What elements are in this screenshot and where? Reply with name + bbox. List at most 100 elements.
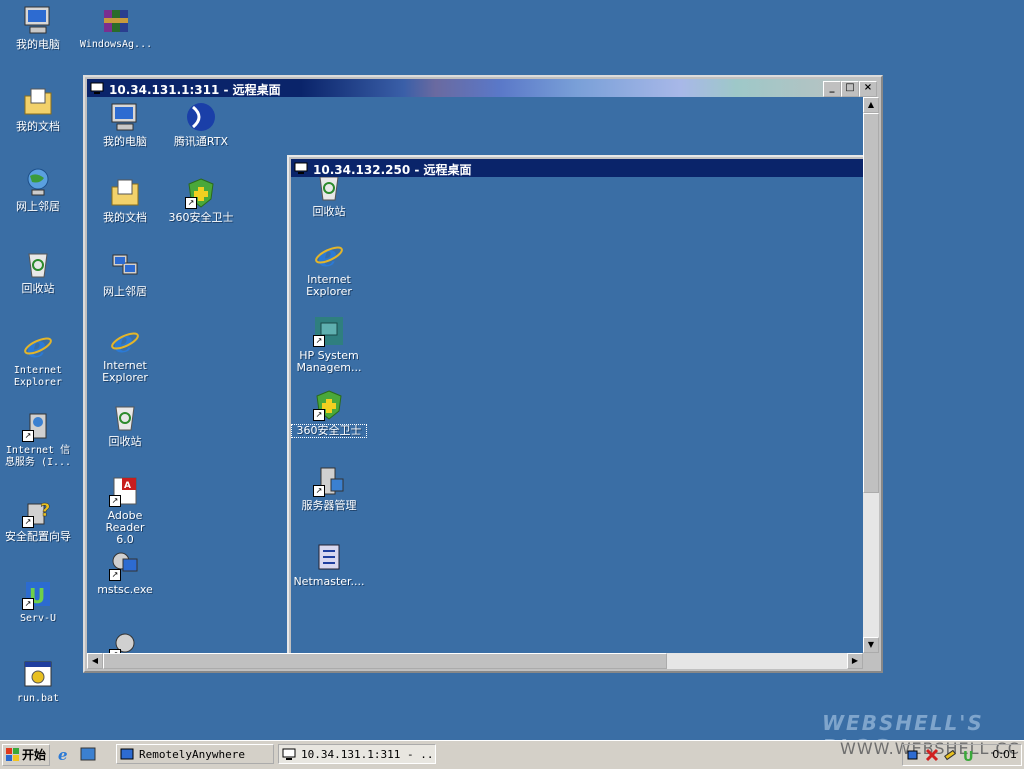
batch-file-icon	[22, 658, 54, 690]
svg-text:?: ?	[40, 500, 50, 521]
desktop-icon-recycle-bin[interactable]: 回收站	[0, 248, 76, 295]
remote-icon-label: Adobe Reader 6.0	[105, 509, 145, 546]
internet-explorer-icon: e	[22, 330, 54, 365]
start-button[interactable]: 开始	[2, 744, 50, 766]
desktop-icon-winrar[interactable]: WindowsAg...	[78, 4, 154, 51]
remote-icon-rtx[interactable]: 腾讯通RTX	[163, 101, 239, 148]
inner-icon-label: 服务器管理	[301, 499, 357, 512]
desktop-icon-iis[interactable]: ↗ Internet 信 息服务 (I...	[0, 410, 76, 469]
inner-icon-hp-system-management[interactable]: ↗ HP System Managem...	[291, 315, 367, 374]
server-manager-icon: ↗	[313, 465, 345, 497]
desktop-icon-label: 我的文档	[16, 120, 60, 133]
adobe-reader-icon: A ↗	[109, 475, 141, 507]
remote-icon-my-computer[interactable]: 我的电脑	[87, 101, 163, 148]
inner-window-title: 10.34.132.250 - 远程桌面	[313, 163, 472, 177]
remote-icon-adobe-reader[interactable]: A ↗ Adobe Reader 6.0	[87, 475, 163, 546]
close-button[interactable]: ×	[859, 81, 877, 97]
remote-icon-internet-explorer[interactable]: e Internet Explorer	[87, 325, 163, 384]
hp-system-management-icon: ↗	[313, 315, 345, 347]
internet-explorer-icon: e	[313, 239, 345, 274]
my-computer-icon	[22, 4, 54, 36]
remote-desktop-icon	[294, 161, 308, 175]
desktop-icon-serv-u[interactable]: U ↗ Serv-U	[0, 578, 76, 625]
desktop-icon-label: 我的电脑	[16, 38, 60, 51]
network-tray-icon[interactable]	[907, 748, 921, 762]
desktop-icon-label: 安全配置向导	[5, 530, 71, 543]
shortcut-arrow-icon: ↗	[185, 197, 197, 209]
quick-launch-ie-icon[interactable]: e	[56, 746, 72, 764]
task-label: 10.34.131.1:311 - ...	[301, 748, 436, 761]
task-remotely-anywhere[interactable]: RemotelyAnywhere	[116, 744, 274, 764]
serv-u-tray-icon[interactable]: U	[961, 748, 975, 765]
my-documents-icon	[109, 177, 141, 209]
inner-window-titlebar[interactable]: 10.34.132.250 - 远程桌面	[291, 159, 863, 177]
desktop-icon-label: Internet Explorer	[13, 365, 63, 388]
minimize-button[interactable]: _	[823, 81, 841, 97]
svg-text:A: A	[124, 481, 131, 491]
shortcut-arrow-icon: ↗	[22, 430, 34, 442]
desktop-icon-my-computer[interactable]: 我的电脑	[0, 4, 76, 51]
remote-icon-label: 腾讯通RTX	[173, 135, 229, 148]
desktop-icon-label: 网上邻居	[16, 200, 60, 213]
start-label: 开始	[22, 748, 47, 762]
remote-icon-my-documents[interactable]: 我的文档	[87, 177, 163, 224]
remote-icon-mstsc[interactable]: ↗ mstsc.exe	[87, 549, 163, 596]
inner-icon-360-safe[interactable]: ↗ 360安全卫士	[291, 389, 367, 438]
desktop-icon-label: run.bat	[16, 693, 60, 704]
360-safe-icon: ↗	[185, 177, 217, 209]
outer-remote-desktop-window[interactable]: 10.34.131.1:311 - 远程桌面 _ □ × 我的电脑 腾讯通RTX…	[83, 75, 883, 673]
desktop-icon-label: 回收站	[21, 282, 55, 295]
scroll-left-button[interactable]: ◀	[87, 653, 103, 669]
outer-window-title: 10.34.131.1:311 - 远程桌面	[109, 83, 281, 97]
desktop-icon-my-documents[interactable]: 我的文档	[0, 86, 76, 133]
scroll-down-button[interactable]: ▼	[863, 637, 879, 653]
security-tray-icon[interactable]	[925, 748, 939, 762]
outer-remote-desktop-pane[interactable]: 我的电脑 腾讯通RTX 我的文档 ↗ 360安全卫士 网上邻居 e Intern…	[87, 97, 863, 653]
shortcut-arrow-icon: ↗	[313, 409, 325, 421]
outer-vertical-scrollbar[interactable]: ▲ ▼	[863, 97, 879, 653]
inner-icon-server-manager[interactable]: ↗ 服务器管理	[291, 465, 367, 512]
security-wizard-icon: ? ↗	[22, 496, 54, 528]
my-computer-icon	[109, 101, 141, 133]
mstsc-icon: ↗	[109, 549, 141, 581]
rtx-icon	[185, 101, 217, 133]
remote-icon-label: 回收站	[108, 435, 142, 448]
inner-icon-internet-explorer[interactable]: e Internet Explorer	[291, 239, 367, 298]
task-remote-desktop[interactable]: 10.34.131.1:311 - ...	[278, 744, 436, 764]
scroll-right-button[interactable]: ▶	[847, 653, 863, 669]
netmaster-icon	[313, 541, 345, 573]
remote-desktop-icon: ↗	[109, 629, 141, 653]
remote-icon-360-safe[interactable]: ↗ 360安全卫士	[163, 177, 239, 224]
shortcut-arrow-icon: ↗	[313, 485, 325, 497]
inner-icon-netmaster[interactable]: Netmaster....	[291, 541, 367, 588]
outer-window-titlebar[interactable]: 10.34.131.1:311 - 远程桌面 _ □ ×	[87, 79, 879, 97]
maximize-button[interactable]: □	[841, 81, 859, 97]
scroll-up-button[interactable]: ▲	[863, 97, 879, 113]
inner-icon-label: 回收站	[312, 205, 346, 218]
desktop-icon-network[interactable]: 网上邻居	[0, 166, 76, 213]
scrollbar-thumb[interactable]	[103, 653, 667, 669]
remote-icon-network[interactable]: 网上邻居	[87, 251, 163, 298]
taskbar: 开始 e RemotelyAnywhere 10.34.131.1:311 - …	[0, 739, 1024, 769]
remote-icon-partial[interactable]: ↗	[87, 629, 163, 653]
shortcut-arrow-icon: ↗	[22, 598, 34, 610]
scrollbar-thumb[interactable]	[863, 113, 879, 493]
desktop-icon-run-bat[interactable]: run.bat	[0, 658, 76, 705]
quick-launch-desktop-icon[interactable]	[80, 746, 96, 762]
inner-remote-desktop-pane[interactable]: 回收站 e Internet Explorer ↗ HP System Mana…	[291, 177, 863, 653]
system-tray: U 0:01	[902, 744, 1022, 766]
inner-remote-desktop-window[interactable]: 10.34.132.250 - 远程桌面 回收站 e Internet Expl…	[287, 155, 863, 653]
inner-icon-recycle-bin[interactable]: 回收站	[291, 177, 367, 218]
360-safe-icon: ↗	[313, 389, 345, 421]
desktop-icon-security-wizard[interactable]: ? ↗ 安全配置向导	[0, 496, 76, 543]
network-neighborhood-icon	[22, 166, 54, 198]
inner-icon-label: Internet Explorer	[306, 273, 352, 298]
tool-tray-icon[interactable]	[943, 748, 957, 762]
internet-explorer-icon: e	[109, 325, 141, 360]
remote-icon-recycle-bin[interactable]: 回收站	[87, 401, 163, 448]
inner-icon-label: HP System Managem...	[296, 349, 362, 374]
desktop-icon-internet-explorer[interactable]: e Internet Explorer	[0, 330, 76, 389]
remote-desktop-icon	[90, 81, 104, 95]
recycle-bin-icon	[109, 401, 141, 433]
outer-horizontal-scrollbar[interactable]: ◀ ▶	[87, 653, 863, 669]
